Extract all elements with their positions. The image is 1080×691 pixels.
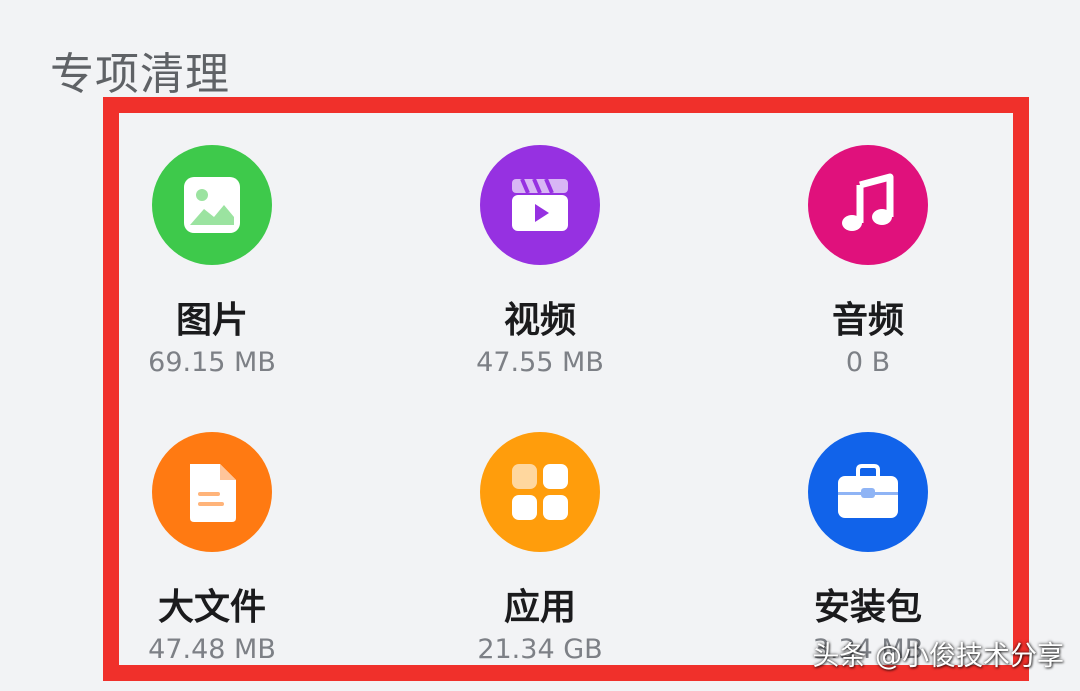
watermark-text: 头条 @小俊技术分享 [812,641,1064,672]
item-label: 音频 [831,300,904,341]
image-icon [152,145,272,265]
item-size: 0 B [845,347,891,378]
music-note-icon [808,145,928,265]
item-size: 69.15 MB [148,347,276,378]
apps-grid-icon [480,432,600,552]
clean-item-images[interactable]: 图片 69.15 MB [62,145,362,379]
file-icon [152,432,272,552]
clean-item-apps[interactable]: 应用 21.34 GB [390,432,690,666]
item-label: 图片 [175,300,248,341]
item-size: 21.34 GB [477,634,603,665]
clean-item-videos[interactable]: 视频 47.55 MB [390,145,690,379]
item-size: 47.48 MB [148,634,276,665]
section-title: 专项清理 [50,49,230,100]
clean-item-packages[interactable]: 安装包 3.34 MB [718,432,1018,666]
item-label: 视频 [503,300,576,341]
video-icon [480,145,600,265]
item-size: 47.55 MB [476,347,604,378]
item-label: 安装包 [813,587,922,628]
clean-item-large-files[interactable]: 大文件 47.48 MB [62,432,362,666]
item-label: 应用 [503,587,576,628]
clean-item-audio[interactable]: 音频 0 B [718,145,1018,379]
toolbox-icon [808,432,928,552]
item-label: 大文件 [157,587,266,628]
